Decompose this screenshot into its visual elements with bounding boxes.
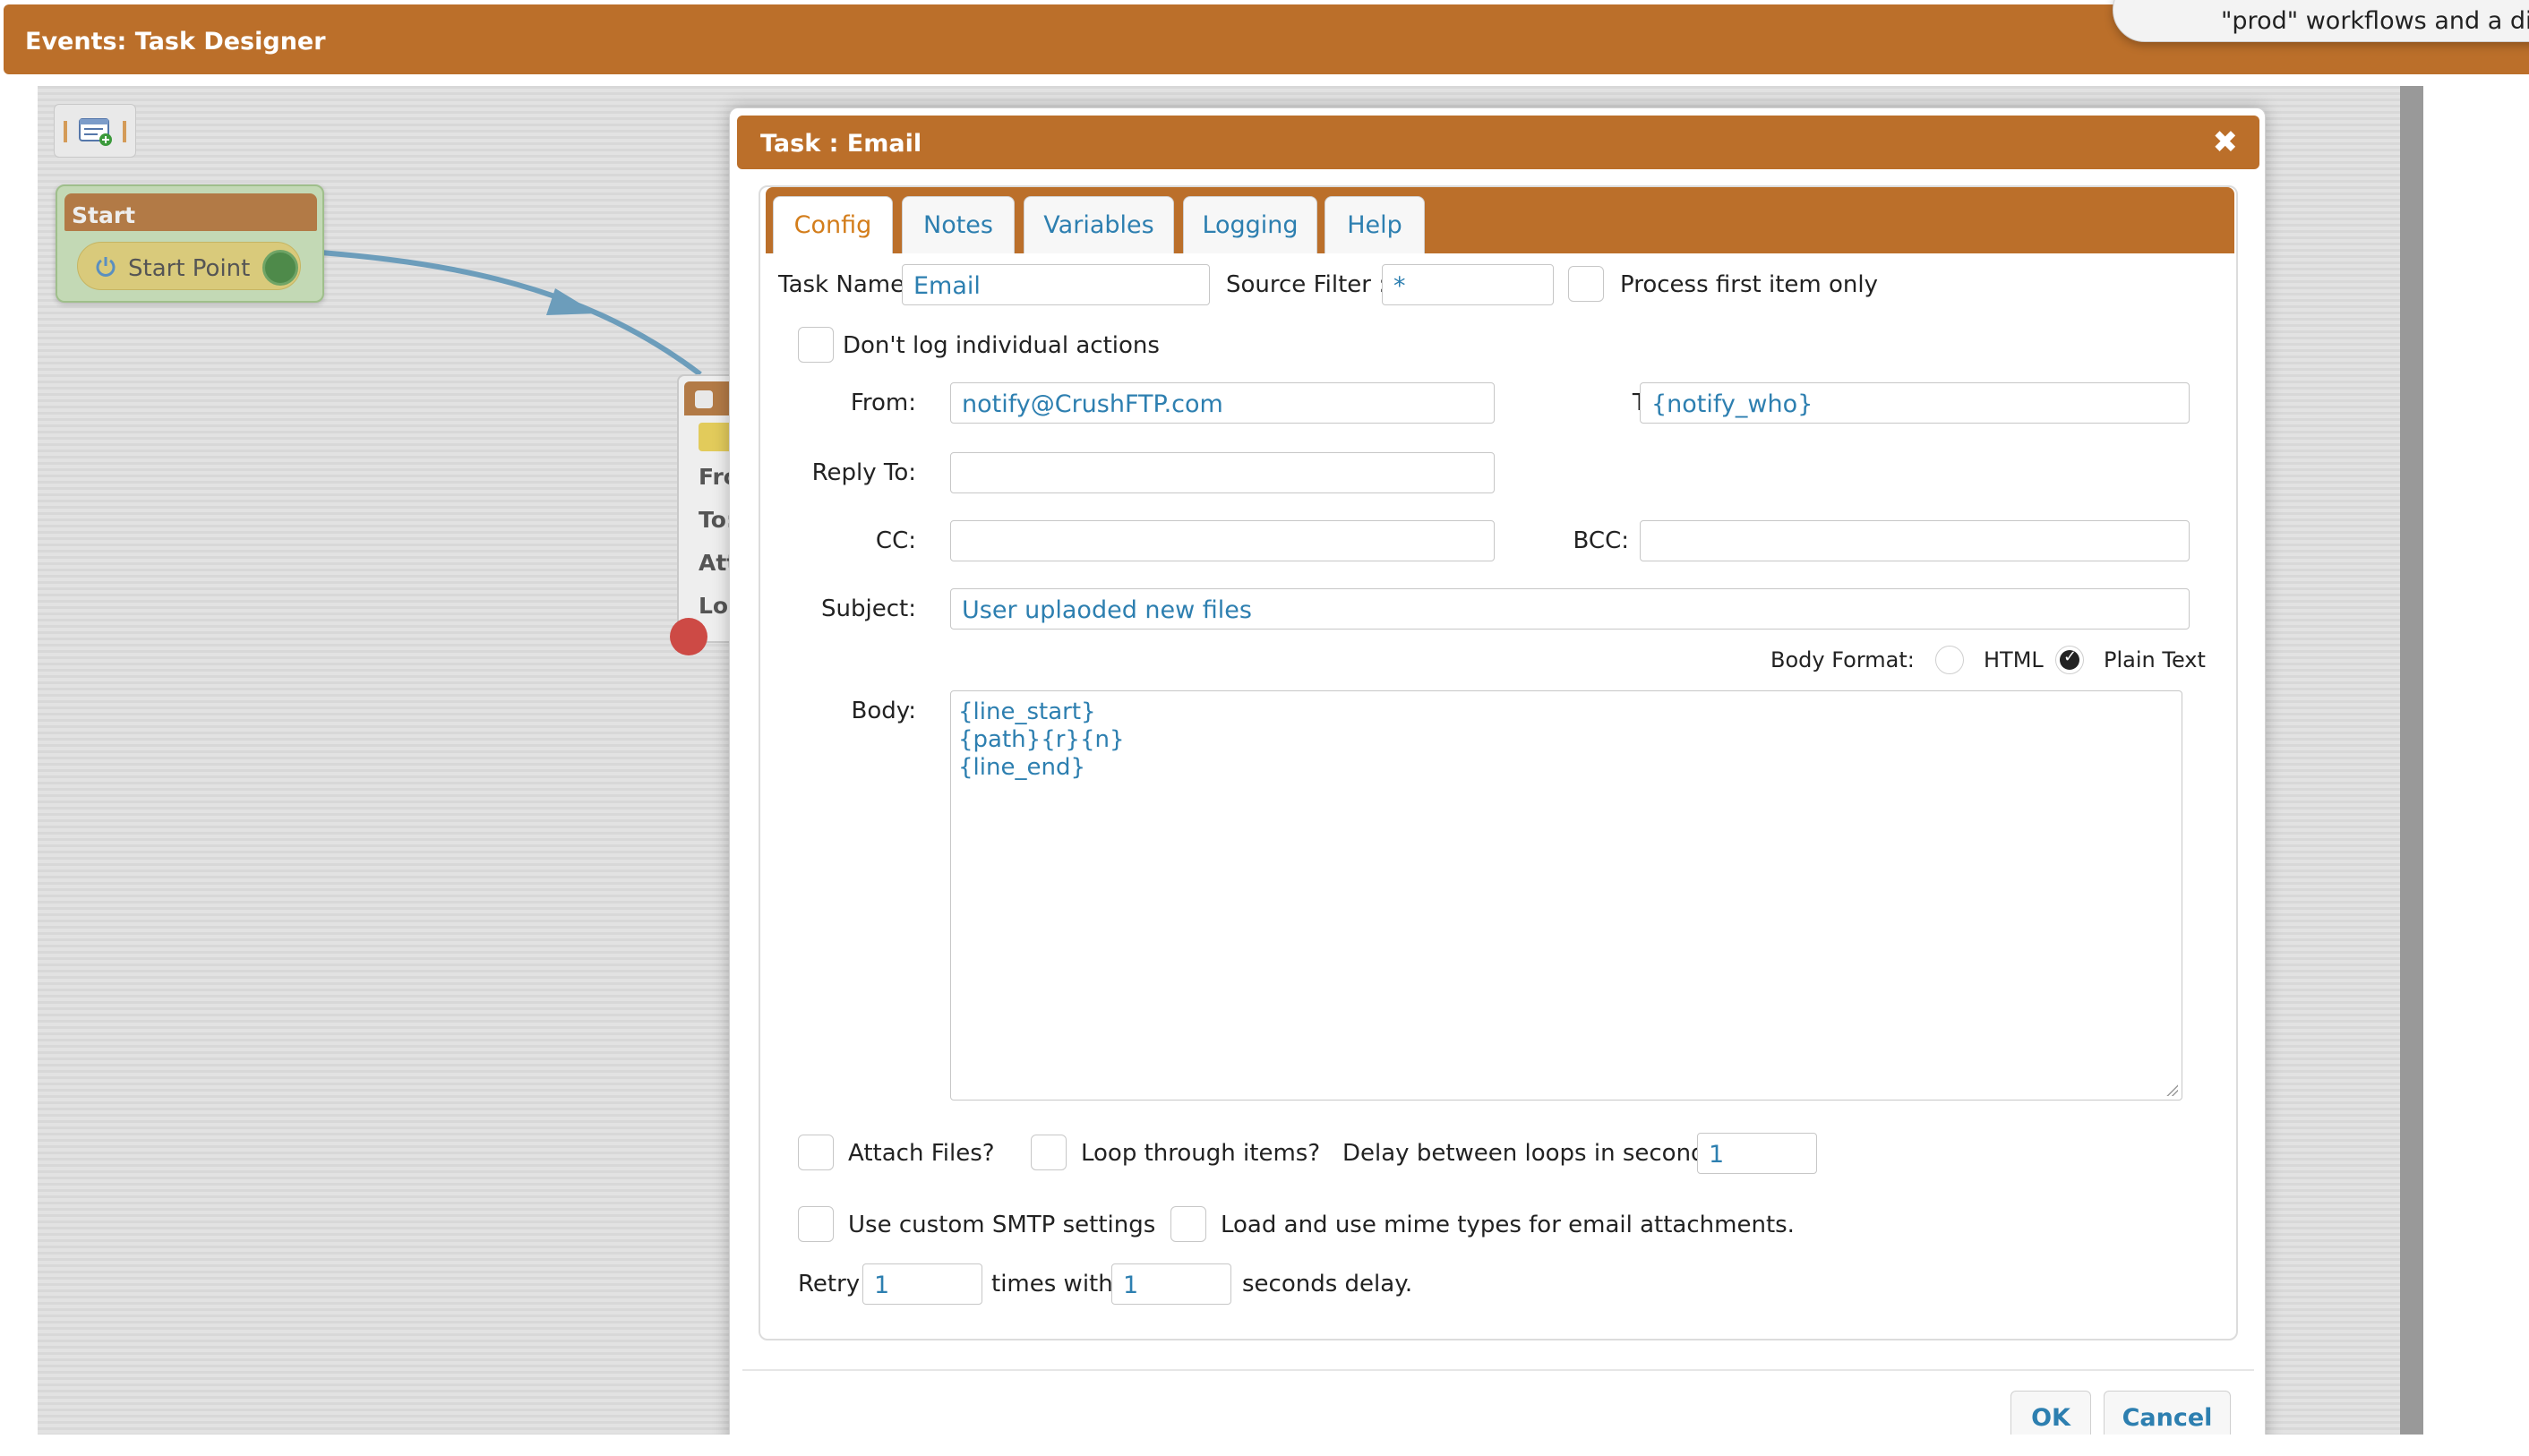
loop-items-label: Loop through items? [1081, 1140, 1321, 1167]
body-label: Body: [851, 698, 916, 724]
email-node-line: To: [699, 507, 733, 533]
start-point-item[interactable]: Start Point [77, 242, 301, 290]
to-input[interactable]: {notify_who} [1640, 382, 2190, 424]
check-icon: ✓ [2063, 647, 2078, 666]
cc-input[interactable] [950, 520, 1495, 561]
page-bottom [0, 1435, 2529, 1456]
process-first-checkbox[interactable] [1568, 266, 1604, 302]
body-format-label: Body Format: [1770, 647, 1915, 672]
dialog-title-bar[interactable]: Task : Email ✖ [737, 116, 2259, 169]
mime-types-label: Load and use mime types for email attach… [1221, 1212, 1795, 1238]
plain-text-radio-label: Plain Text [2104, 647, 2206, 672]
tab-notes[interactable]: Notes [902, 196, 1015, 253]
tab-variables[interactable]: Variables [1024, 196, 1174, 253]
bcc-input[interactable] [1640, 520, 2190, 561]
seconds-input[interactable]: 1 [1111, 1263, 1231, 1305]
retry-label: Retry [798, 1271, 861, 1298]
source-filter-input[interactable]: * [1382, 264, 1554, 305]
subject-input[interactable]: User uplaoded new files [950, 588, 2190, 630]
tab-logging[interactable]: Logging [1183, 196, 1317, 253]
power-icon [96, 257, 116, 277]
plain-text-radio[interactable]: ✓ [2055, 646, 2084, 674]
process-first-label: Process first item only [1620, 271, 1878, 298]
cc-label: CC: [875, 527, 916, 554]
loop-items-checkbox[interactable] [1031, 1135, 1067, 1170]
retry-input[interactable]: 1 [862, 1263, 982, 1305]
start-node-header: Start [64, 193, 317, 231]
html-radio-label: HTML [1984, 647, 2044, 672]
from-input[interactable]: notify@CrushFTP.com [950, 382, 1495, 424]
email-node-line: Loc [699, 593, 733, 619]
delay-input[interactable]: 1 [1697, 1133, 1817, 1174]
from-label: From: [850, 390, 916, 416]
delay-label: Delay between loops in seconds: [1342, 1140, 1726, 1167]
subject-label: Subject: [821, 595, 916, 622]
email-node-line: Att [699, 550, 733, 576]
task-name-input[interactable]: Email [902, 264, 1210, 305]
task-name-label: Task Name: [778, 271, 913, 298]
start-point-label: Start Point [128, 255, 251, 282]
custom-smtp-checkbox[interactable] [798, 1206, 834, 1242]
error-connector-dot[interactable] [670, 618, 707, 655]
email-node-header [684, 381, 733, 415]
dont-log-checkbox[interactable] [798, 327, 834, 363]
resize-handle-icon[interactable] [2165, 1083, 2178, 1096]
attach-files-label: Attach Files? [848, 1140, 995, 1167]
bcc-label: BCC: [1573, 527, 1629, 554]
mime-types-checkbox[interactable] [1170, 1206, 1206, 1242]
seconds-delay-label: seconds delay. [1242, 1271, 1413, 1298]
body-textarea[interactable]: {line_start} {path}{r}{n} {line_end} [950, 690, 2182, 1101]
config-panel: Config Notes Variables Logging Help Task… [759, 185, 2238, 1340]
start-node[interactable]: Start Start Point [56, 184, 324, 303]
times-with-label: times with [991, 1271, 1113, 1298]
email-task-node[interactable]: Fro To: Att Loc [670, 374, 733, 655]
reply-to-label: Reply To: [811, 459, 916, 486]
chevron-down-icon[interactable] [695, 390, 713, 408]
pencil-icon[interactable] [699, 423, 733, 451]
html-radio[interactable] [1935, 646, 1964, 674]
body-line: {path}{r}{n} [958, 726, 1125, 753]
source-filter-label: Source Filter : [1226, 271, 1386, 298]
dont-log-label: Don't log individual actions [843, 332, 1160, 359]
reply-to-input[interactable] [950, 452, 1495, 493]
tab-help[interactable]: Help [1325, 196, 1425, 253]
email-node-line: Fro [699, 464, 733, 490]
dialog-title: Task : Email [760, 130, 922, 158]
footer-divider [742, 1369, 2254, 1371]
close-icon[interactable]: ✖ [2213, 124, 2239, 160]
task-email-dialog: Task : Email ✖ Config Notes Variables Lo… [729, 107, 2266, 1451]
tab-config[interactable]: Config [773, 196, 893, 253]
start-connector-dot[interactable] [262, 250, 298, 286]
tab-bar: Config Notes Variables Logging Help [766, 187, 2234, 253]
attach-files-checkbox[interactable] [798, 1135, 834, 1170]
body-line: {line_end} [958, 754, 1085, 781]
custom-smtp-label: Use custom SMTP settings [848, 1212, 1156, 1238]
body-line: {line_start} [958, 698, 1096, 725]
